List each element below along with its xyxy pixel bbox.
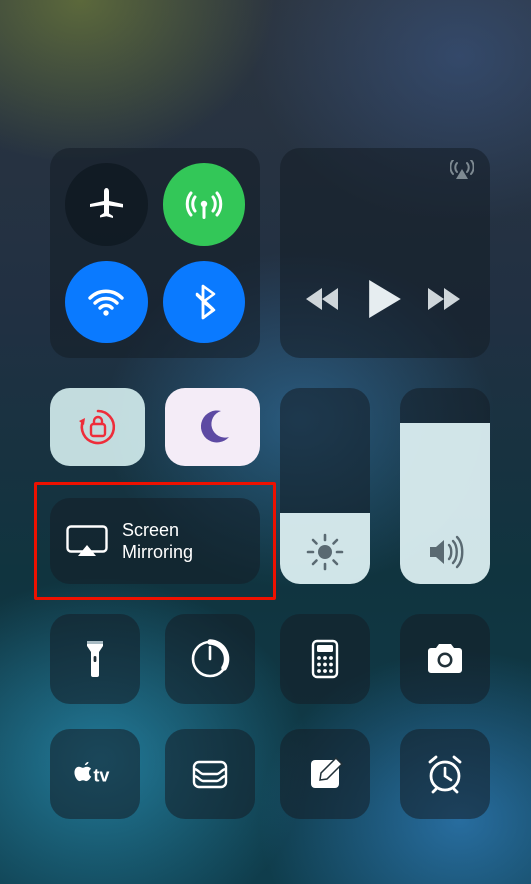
apple-tv-icon: tv <box>72 751 118 797</box>
play-button[interactable] <box>368 280 402 318</box>
notes-icon <box>302 751 348 797</box>
calculator-icon <box>302 636 348 682</box>
bluetooth-toggle[interactable] <box>163 261 246 344</box>
media-controls-group[interactable] <box>280 148 490 358</box>
screen-mirroring-button[interactable]: Screen Mirroring <box>50 498 260 584</box>
wifi-toggle[interactable] <box>65 261 148 344</box>
flashlight-button[interactable] <box>50 614 140 704</box>
next-track-button[interactable] <box>428 285 464 313</box>
airplane-icon <box>86 184 126 224</box>
notes-button[interactable] <box>280 729 370 819</box>
orientation-lock-toggle[interactable] <box>50 388 145 466</box>
brightness-slider[interactable] <box>280 388 370 584</box>
wallet-icon <box>187 751 233 797</box>
volume-slider[interactable] <box>400 388 490 584</box>
wallet-button[interactable] <box>165 729 255 819</box>
wifi-icon <box>86 282 126 322</box>
screen-mirroring-icon <box>66 525 108 557</box>
apple-tv-button[interactable]: tv <box>50 729 140 819</box>
do-not-disturb-toggle[interactable] <box>165 388 260 466</box>
volume-icon <box>425 532 465 572</box>
alarm-button[interactable] <box>400 729 490 819</box>
connectivity-group[interactable] <box>50 148 260 358</box>
cellular-data-toggle[interactable] <box>163 163 246 246</box>
flashlight-icon <box>72 636 118 682</box>
camera-icon <box>422 636 468 682</box>
brightness-icon <box>305 532 345 572</box>
bluetooth-icon <box>184 282 224 322</box>
moon-icon <box>191 405 235 449</box>
orientation-lock-icon <box>76 405 120 449</box>
alarm-icon <box>422 751 468 797</box>
screen-mirroring-label: Screen Mirroring <box>122 519 193 563</box>
timer-button[interactable] <box>165 614 255 704</box>
calculator-button[interactable] <box>280 614 370 704</box>
cellular-icon <box>184 184 224 224</box>
airplay-audio-icon <box>450 160 474 180</box>
airplane-mode-toggle[interactable] <box>65 163 148 246</box>
timer-icon <box>187 636 233 682</box>
svg-text:tv: tv <box>93 765 109 785</box>
previous-track-button[interactable] <box>306 285 342 313</box>
camera-button[interactable] <box>400 614 490 704</box>
